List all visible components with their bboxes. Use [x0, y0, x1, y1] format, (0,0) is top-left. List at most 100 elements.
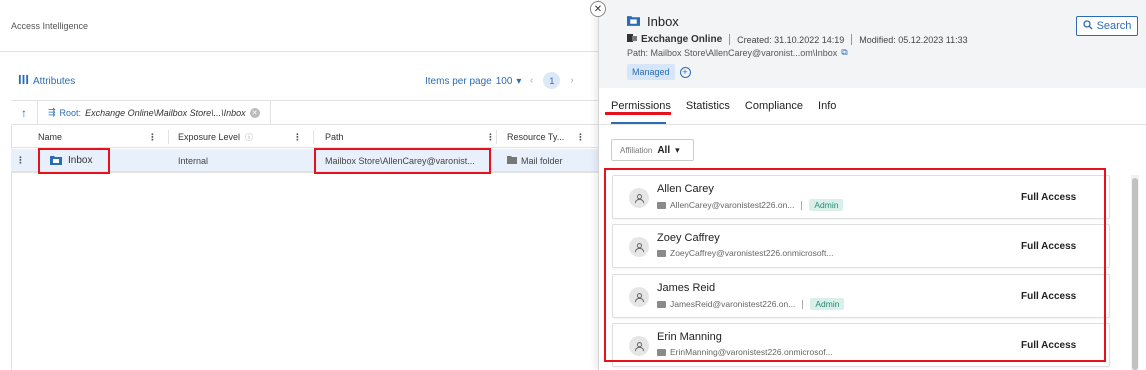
column-menu-icon[interactable]: ⋮	[576, 132, 585, 143]
mail-icon	[657, 249, 666, 257]
user-email: ErinManning@varonistest226.onmicrosof...	[670, 347, 833, 357]
tabs-divider	[599, 124, 1146, 125]
cell-resource-type: Mail folder	[507, 149, 563, 172]
access-level: Full Access	[1021, 192, 1077, 203]
scrollbar-thumb[interactable]	[1132, 178, 1138, 370]
user-name: Zoey Caffrey	[657, 232, 720, 244]
user-email-row: JamesReid@varonistest226.on... Admin	[657, 298, 845, 310]
pagination: ‹ 1 ›	[530, 72, 574, 89]
panel-meta: Exchange Online Created: 31.10.2022 14:1…	[627, 33, 968, 46]
affiliation-filter[interactable]: Affiliation All ▾	[611, 139, 694, 161]
resource-type-label: Mail folder	[521, 155, 563, 166]
mail-folder-icon	[50, 155, 62, 167]
search-icon	[1082, 19, 1093, 33]
header-divider	[0, 51, 598, 52]
meta-divider	[729, 34, 731, 45]
column-header-label: Name	[38, 132, 63, 142]
column-header-resource-type[interactable]: Resource Ty... ⋮	[507, 126, 587, 148]
chevron-down-icon: ▾	[516, 76, 522, 87]
grid-header: Name ⋮ Exposure Level ⓘ ⋮ Path ⋮ Resourc…	[11, 126, 598, 148]
permission-card[interactable]: James Reid JamesReid@varonistest226.on..…	[612, 274, 1110, 318]
column-header-label: Path	[325, 132, 344, 142]
details-panel: ✕ Inbox Exchange Online Created: 31.10.2…	[590, 0, 1146, 370]
access-level: Full Access	[1021, 340, 1077, 351]
column-divider	[313, 130, 314, 144]
user-name: Allen Carey	[657, 183, 714, 195]
navigate-up-icon[interactable]: ↑	[11, 101, 38, 124]
columns-icon	[18, 74, 29, 88]
source-name: Exchange Online	[641, 34, 723, 45]
managed-badge[interactable]: Managed	[627, 64, 675, 80]
user-email-row: ErinManning@varonistest226.onmicrosof...	[657, 347, 833, 357]
permission-card[interactable]: Allen Carey AllenCarey@varonistest226.on…	[612, 175, 1110, 219]
items-per-page-dropdown[interactable]: Items per page 100 ▾	[425, 76, 521, 87]
breadcrumb[interactable]: ⇶ Root: Exchange Online\Mailbox Store\..…	[38, 101, 271, 124]
row-name: Inbox	[68, 155, 93, 166]
breadcrumb-path: Exchange Online\Mailbox Store\...\Inbox	[85, 107, 246, 118]
next-page-icon[interactable]: ›	[570, 75, 573, 86]
affiliation-value: All	[657, 144, 671, 156]
column-header-label: Resource Ty...	[507, 132, 565, 142]
permission-card[interactable]: Erin Manning ErinManning@varonistest226.…	[612, 323, 1110, 367]
main-pane: Access Intelligence Attributes Items per…	[0, 0, 598, 370]
tab-statistics[interactable]: Statistics	[686, 100, 730, 117]
column-menu-icon[interactable]: ⋮	[486, 132, 495, 143]
folder-icon	[507, 155, 517, 166]
email-divider	[802, 299, 804, 309]
panel-title-text: Inbox	[647, 14, 679, 29]
cell-path: Mailbox Store\AllenCarey@varonist...	[325, 155, 475, 166]
column-divider	[496, 130, 497, 144]
column-header-label: Exposure Level	[178, 132, 241, 142]
user-icon	[629, 287, 649, 307]
created-date: Created: 31.10.2022 14:19	[737, 34, 845, 45]
row-menu-icon[interactable]: ⋮	[16, 149, 25, 172]
managed-tags: Managed +	[627, 64, 691, 80]
column-menu-icon[interactable]: ⋮	[148, 132, 157, 143]
app-title: Access Intelligence	[11, 21, 89, 31]
cell-name[interactable]: Inbox	[50, 149, 92, 172]
attributes-button[interactable]: Attributes	[18, 74, 75, 88]
exchange-icon	[627, 33, 637, 46]
table-row[interactable]: ⋮ Inbox Internal Mailbox Store\AllenCare…	[11, 149, 598, 172]
add-tag-icon[interactable]: +	[679, 66, 691, 78]
user-name: James Reid	[657, 282, 716, 294]
source-label: Exchange Online	[627, 33, 722, 46]
column-menu-icon[interactable]: ⋮	[293, 132, 302, 143]
mail-icon	[657, 300, 666, 308]
user-icon	[629, 188, 649, 208]
attributes-label: Attributes	[33, 75, 76, 87]
breadcrumb-bar: ↑ ⇶ Root: Exchange Online\Mailbox Store\…	[11, 100, 598, 125]
search-button[interactable]: Search	[1076, 16, 1138, 36]
mail-icon	[657, 348, 666, 356]
user-email: JamesReid@varonistest226.on...	[670, 299, 796, 309]
path-text: Path: Mailbox Store\AllenCarey@varonist.…	[627, 47, 838, 58]
column-header-exposure[interactable]: Exposure Level ⓘ ⋮	[178, 126, 308, 148]
clear-breadcrumb-icon[interactable]: ✕	[249, 107, 260, 118]
previous-page-icon[interactable]: ‹	[530, 75, 533, 86]
admin-badge: Admin	[810, 298, 845, 310]
column-header-name[interactable]: Name ⋮	[38, 126, 163, 148]
info-icon: ⓘ	[245, 132, 254, 142]
row-divider	[11, 172, 598, 173]
permission-card[interactable]: Zoey Caffrey ZoeyCaffrey@varonistest226.…	[612, 224, 1110, 268]
access-level: Full Access	[1021, 241, 1077, 252]
tab-info[interactable]: Info	[818, 100, 836, 117]
close-icon[interactable]: ✕	[590, 1, 606, 17]
panel-path: Path: Mailbox Store\AllenCarey@varonist.…	[627, 47, 848, 58]
mail-folder-icon	[627, 14, 640, 29]
search-label: Search	[1096, 20, 1132, 32]
affiliation-label: Affiliation	[620, 145, 653, 155]
modified-date: Modified: 05.12.2023 11:33	[859, 34, 968, 45]
access-level: Full Access	[1021, 291, 1077, 302]
user-name: Erin Manning	[657, 331, 722, 343]
page-number-button[interactable]: 1	[543, 72, 561, 89]
user-email-row: AllenCarey@varonistest226.on... Admin	[657, 199, 844, 211]
tab-compliance[interactable]: Compliance	[745, 100, 803, 117]
copy-icon[interactable]: ⧉	[841, 47, 847, 58]
mail-icon	[657, 201, 666, 209]
user-icon	[629, 237, 649, 257]
chevron-down-icon: ▾	[675, 144, 680, 155]
items-per-page-label: Items per page	[425, 76, 492, 87]
column-header-path[interactable]: Path ⋮	[325, 126, 501, 148]
column-divider	[168, 130, 169, 144]
